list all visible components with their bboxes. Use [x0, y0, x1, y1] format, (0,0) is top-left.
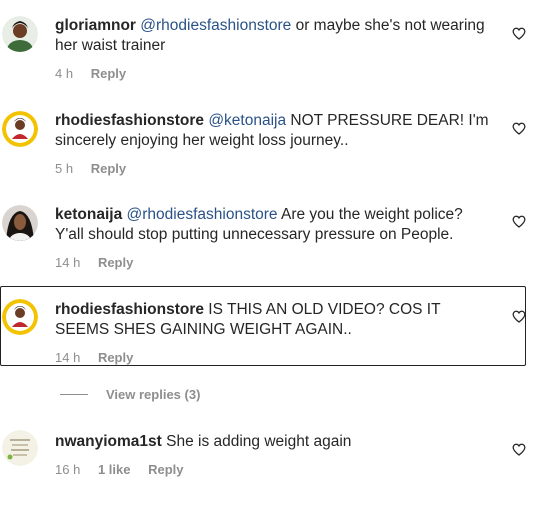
comment-username[interactable]: ketonaija [55, 206, 122, 223]
comment-meta: 14 h Reply [55, 350, 147, 365]
divider [60, 394, 88, 395]
comments-list: gloriamnor @rhodiesfashionstore or maybe… [0, 0, 534, 509]
comment-username[interactable]: rhodiesfashionstore [55, 301, 204, 318]
reply-button[interactable]: Reply [91, 161, 126, 176]
avatar[interactable] [2, 299, 38, 335]
comment-time: 14 h [55, 350, 81, 365]
avatar[interactable] [2, 16, 38, 52]
comment-username[interactable]: gloriamnor [55, 17, 136, 34]
heart-outline-icon[interactable] [512, 443, 526, 456]
comment-text: gloriamnor @rhodiesfashionstore or maybe… [55, 16, 495, 56]
comment-time: 14 h [55, 255, 81, 270]
reply-button[interactable]: Reply [98, 350, 133, 365]
view-replies-button[interactable]: View replies (3) [60, 387, 200, 402]
heart-outline-icon[interactable] [512, 310, 526, 323]
comment-username[interactable]: nwanyioma1st [55, 433, 162, 450]
comment-meta: 5 h Reply [55, 161, 140, 176]
heart-outline-icon[interactable] [512, 215, 526, 228]
comment-text: rhodiesfashionstore IS THIS AN OLD VIDEO… [55, 300, 495, 340]
reply-button[interactable]: Reply [98, 255, 133, 270]
comment-username[interactable]: rhodiesfashionstore [55, 112, 204, 129]
heart-outline-icon[interactable] [512, 122, 526, 135]
reply-button[interactable]: Reply [91, 66, 126, 81]
comment-meta: 14 h Reply [55, 255, 147, 270]
comment-text: nwanyioma1st She is adding weight again [55, 432, 495, 452]
likes-count[interactable]: 1 like [98, 462, 131, 477]
avatar[interactable] [2, 430, 38, 466]
avatar[interactable] [2, 205, 38, 241]
comment-meta: 16 h 1 like Reply [55, 462, 198, 477]
view-replies-label: View replies (3) [106, 387, 201, 402]
comment-mention[interactable]: @rhodiesfashionstore [140, 17, 291, 34]
comment-time: 4 h [55, 66, 74, 81]
comment-mention[interactable]: @ketonaija [208, 112, 286, 129]
comment-text: ketonaija @rhodiesfashionstore Are you t… [55, 205, 495, 245]
reply-button[interactable]: Reply [148, 462, 183, 477]
comment-body: She is adding weight again [161, 433, 352, 450]
avatar[interactable] [2, 111, 38, 147]
comment-mention[interactable]: @rhodiesfashionstore [127, 206, 278, 223]
comment-meta: 4 h Reply [55, 66, 140, 81]
comment-text: rhodiesfashionstore @ketonaija NOT PRESS… [55, 111, 495, 151]
heart-outline-icon[interactable] [512, 27, 526, 40]
comment-time: 16 h [55, 462, 81, 477]
comment-time: 5 h [55, 161, 74, 176]
